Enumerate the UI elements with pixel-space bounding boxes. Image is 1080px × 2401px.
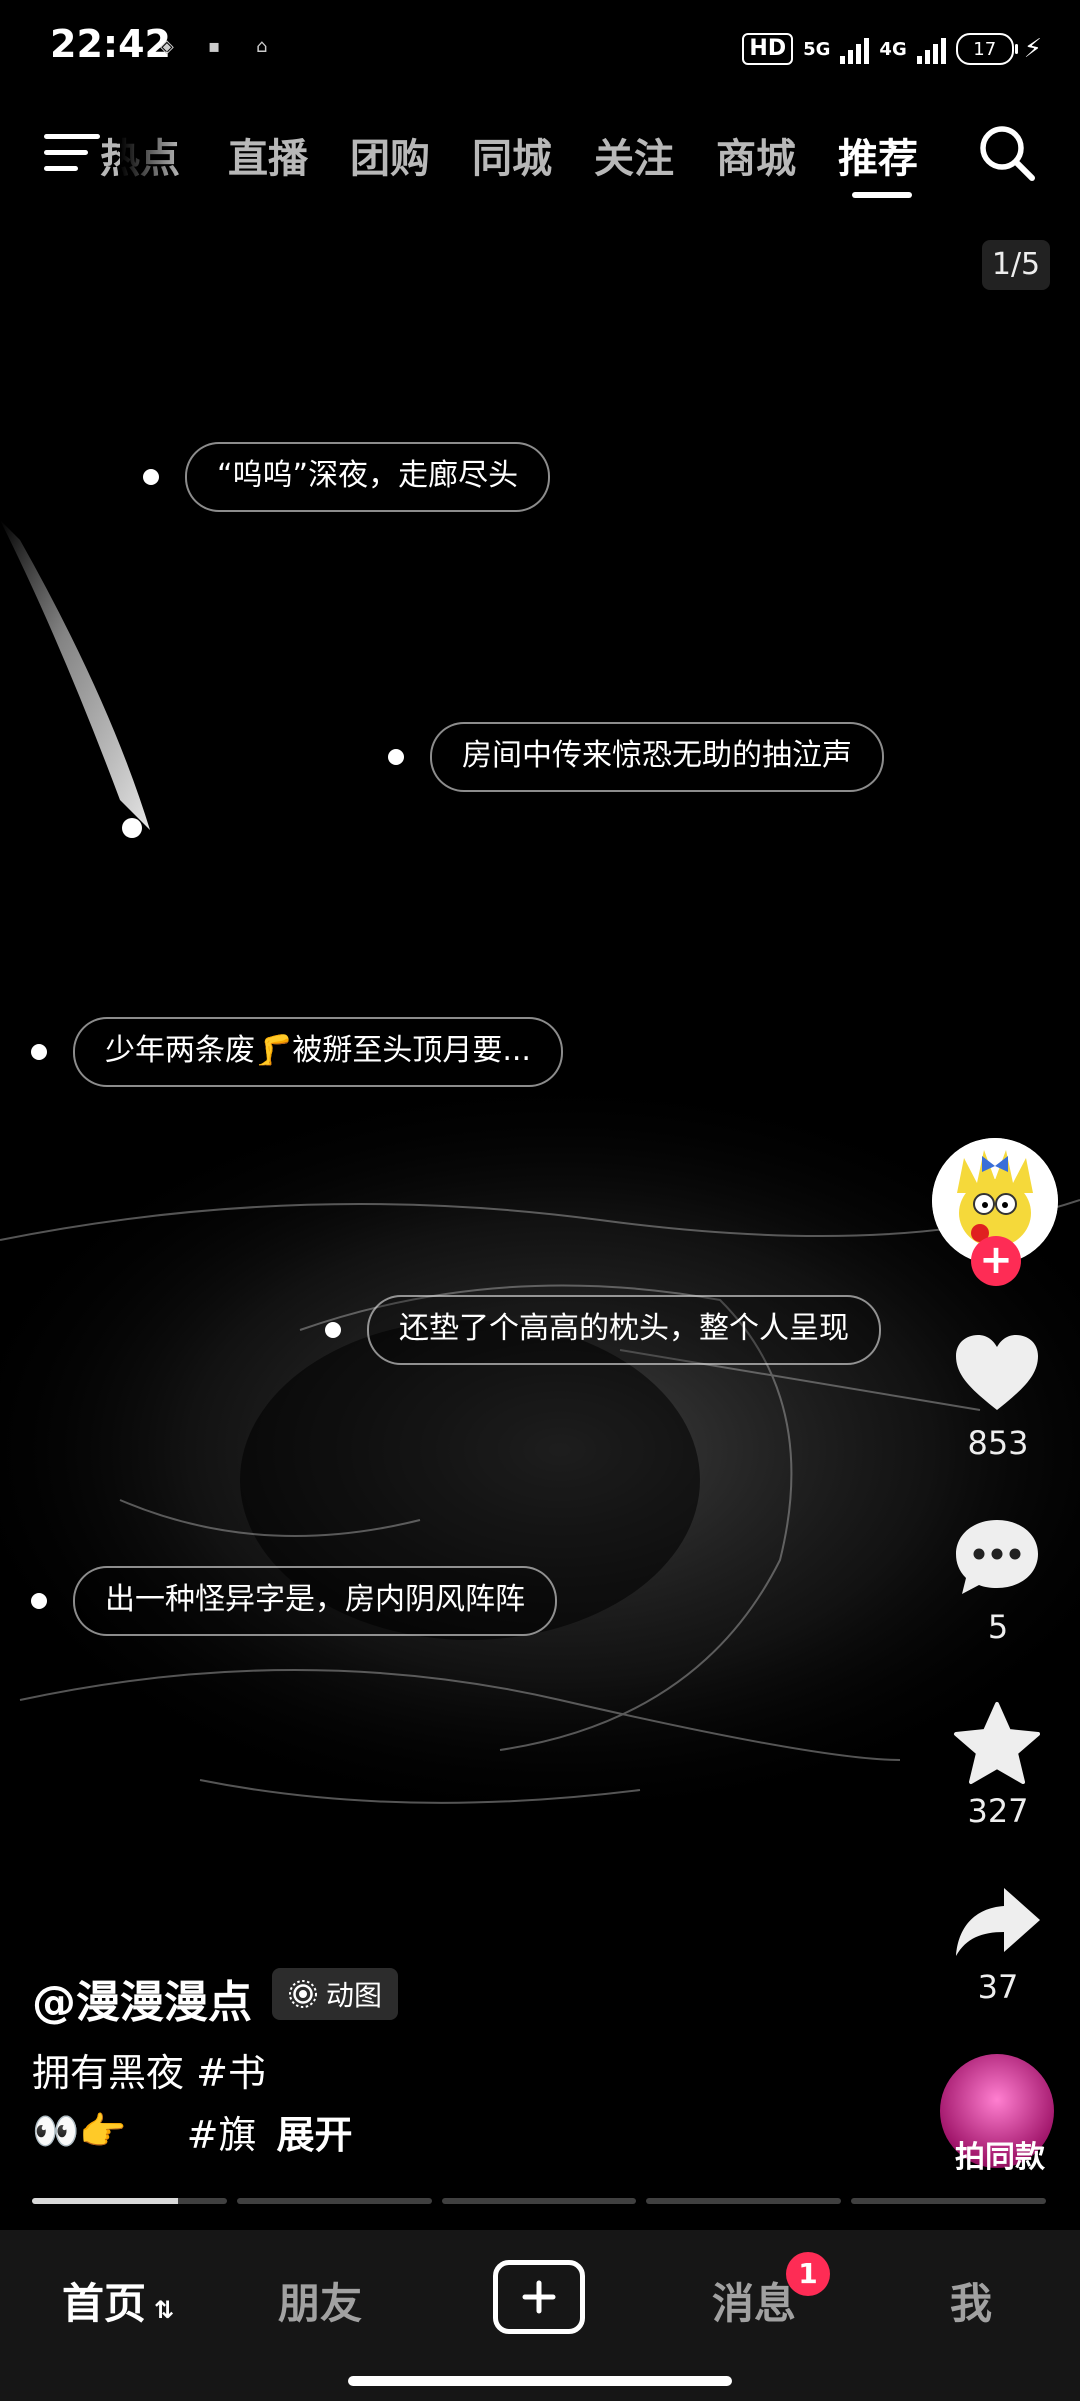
caption-text: 拥有黑夜 #书 — [32, 2051, 266, 2095]
progress-segment — [646, 2198, 842, 2204]
status-time: 22:42 — [50, 22, 171, 66]
tab-group-buy[interactable]: 团购 — [350, 126, 430, 184]
video-background[interactable] — [0, 0, 1080, 2401]
tab-recommend[interactable]: 推荐 — [838, 126, 918, 184]
signal-icon — [840, 34, 870, 64]
hd-voice-icon: HD — [742, 33, 794, 65]
bottom-tab-bar: 首页 ⇅ 朋友 消息 1 我 — [0, 2230, 1080, 2401]
top-nav: 热点 直播 团购 同城 关注 商城 推荐 — [0, 110, 1080, 210]
status-icons: HD 5G 4G 17 ⚡ — [742, 24, 1042, 74]
home-indicator — [348, 2376, 732, 2386]
lyric-bubble: 房间中传来惊恐无助的抽泣声 — [388, 722, 884, 792]
tab-live[interactable]: 直播 — [228, 126, 308, 184]
charging-icon: ⚡ — [1023, 34, 1042, 64]
media-type-badge: 动图 — [272, 1968, 399, 2020]
image-page-indicator: 1/5 — [982, 240, 1050, 290]
message-badge: 1 — [786, 2252, 830, 2296]
progress-segment — [851, 2198, 1046, 2204]
live-photo-icon — [289, 1980, 317, 2008]
share-count: 37 — [977, 1968, 1019, 2006]
hashtag[interactable]: #旗 — [187, 2104, 257, 2159]
refresh-switch-icon: ⇅ — [154, 2296, 175, 2324]
lyric-dot — [31, 1593, 47, 1609]
remix-label[interactable]: 拍同款 — [940, 2132, 1060, 2176]
caption-emoji: 👀👉 — [32, 2109, 127, 2153]
lyric-dot — [31, 1044, 47, 1060]
image-progress — [32, 2198, 1046, 2204]
like-count: 853 — [967, 1424, 1029, 1462]
share-icon[interactable] — [952, 1884, 1042, 1960]
network-type: 4G — [879, 38, 907, 60]
plus-icon — [522, 2280, 556, 2314]
search-icon[interactable] — [976, 122, 1038, 184]
tab-me[interactable]: 我 — [950, 2270, 992, 2331]
notification-icon: ⌂ — [256, 36, 268, 57]
notification-icon: ▪ — [208, 36, 221, 57]
comment-count: 5 — [987, 1608, 1009, 1646]
tab-fade-mask — [120, 110, 180, 210]
progress-segment — [441, 2198, 637, 2204]
lyric-dot — [143, 469, 159, 485]
comment-icon[interactable] — [952, 1516, 1042, 1598]
status-bar: 22:42 ◈ ▪ ⌂ HD 5G 4G 17 ⚡ — [0, 0, 1080, 95]
notification-icon: ◈ — [160, 36, 174, 57]
comet-head — [122, 818, 142, 838]
active-tab-indicator — [852, 192, 912, 198]
lyric-text: 房间中传来惊恐无助的抽泣声 — [430, 722, 884, 792]
favorite-icon[interactable] — [952, 1700, 1042, 1786]
tab-following[interactable]: 关注 — [594, 126, 674, 184]
lyric-dot — [388, 749, 404, 765]
lyric-dot — [325, 1322, 341, 1338]
tab-messages[interactable]: 消息 — [712, 2270, 796, 2331]
lyric-text: 还垫了个高高的枕头，整个人呈现 — [367, 1295, 881, 1365]
lyric-bubble: 还垫了个高高的枕头，整个人呈现 — [325, 1295, 881, 1365]
lyric-bubble: “呜呜”深夜，走廊尽头 — [143, 442, 551, 512]
follow-button[interactable]: + — [971, 1236, 1021, 1286]
menu-icon[interactable] — [44, 128, 100, 178]
favorite-count: 327 — [967, 1792, 1029, 1830]
create-button[interactable] — [493, 2260, 585, 2334]
like-icon[interactable] — [952, 1332, 1042, 1414]
battery-icon: 17 — [955, 33, 1018, 65]
lyric-text: 少年两条废🦵被掰至头顶月要... — [73, 1017, 563, 1087]
lyric-bubble: 出一种怪异字是，房内阴风阵阵 — [31, 1566, 557, 1636]
network-type: 5G — [803, 38, 831, 60]
lyric-text: 出一种怪异字是，房内阴风阵阵 — [73, 1566, 557, 1636]
progress-segment — [32, 2198, 227, 2204]
author-name[interactable]: @漫漫漫点 — [32, 1966, 252, 2030]
progress-fill — [32, 2198, 179, 2204]
lyric-bubble: 少年两条废🦵被掰至头顶月要... — [31, 1017, 563, 1087]
tab-home[interactable]: 首页 ⇅ — [62, 2270, 174, 2331]
tab-friends[interactable]: 朋友 — [278, 2270, 362, 2331]
progress-segment — [236, 2198, 432, 2204]
caption-text-line2: 👀👉 #旗 展开 — [32, 2104, 353, 2159]
tab-mall[interactable]: 商城 — [716, 126, 796, 184]
signal-icon — [916, 34, 946, 64]
expand-button[interactable]: 展开 — [276, 2104, 352, 2159]
media-type-label: 动图 — [326, 1979, 383, 2012]
lyric-text: “呜呜”深夜，走廊尽头 — [185, 442, 551, 512]
tab-local[interactable]: 同城 — [472, 126, 552, 184]
